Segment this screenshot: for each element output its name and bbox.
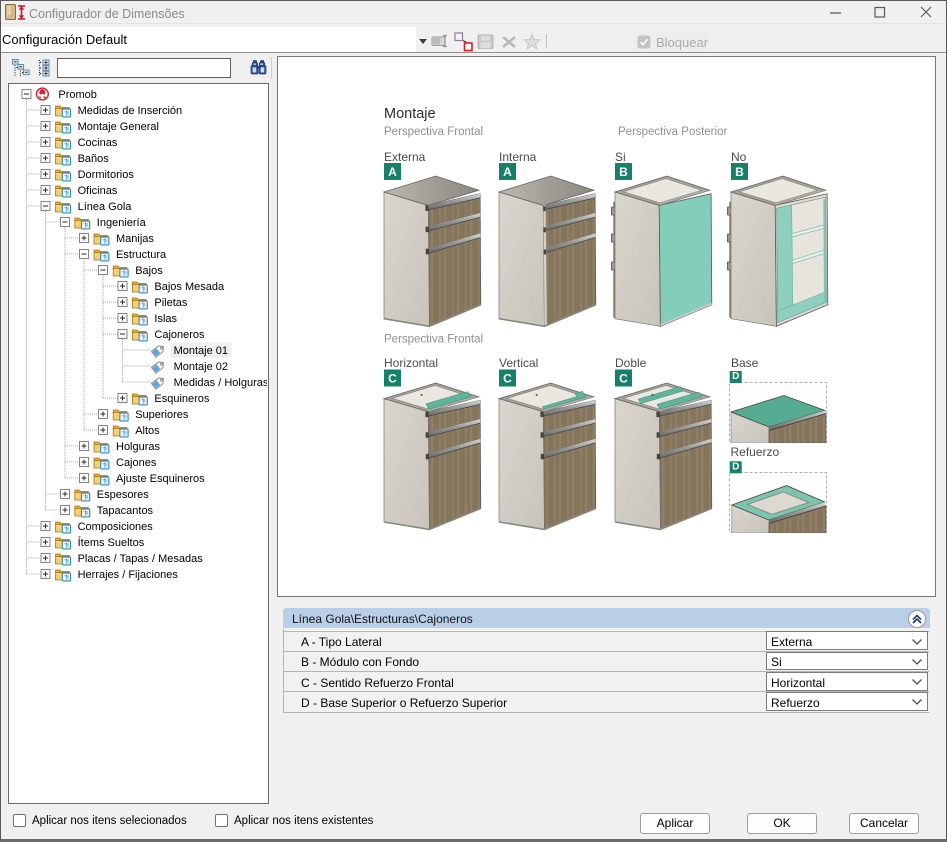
svg-text:Montaje General: Montaje General — [78, 121, 159, 133]
svg-text:Medidas de Inserción: Medidas de Inserción — [78, 105, 183, 117]
svg-text:D: D — [732, 461, 739, 472]
svg-text:Montaje 01: Montaje 01 — [174, 345, 228, 357]
svg-text:Bajos Mesada: Bajos Mesada — [154, 281, 225, 293]
svg-text:Altos: Altos — [135, 425, 160, 437]
svg-text:Montaje: Montaje — [384, 106, 436, 122]
svg-text:C: C — [619, 372, 628, 386]
svg-text:A: A — [388, 165, 397, 179]
svg-text:Dormitorios: Dormitorios — [78, 169, 135, 181]
svg-text:B: B — [619, 165, 628, 179]
svg-text:Vertical: Vertical — [499, 356, 538, 370]
svg-text:Ingeniería: Ingeniería — [97, 217, 147, 229]
svg-text:Ítems Sueltos: Ítems Sueltos — [78, 536, 145, 549]
svg-text:D: D — [732, 371, 739, 382]
svg-text:Esquineros: Esquineros — [154, 393, 210, 405]
svg-text:Superiores: Superiores — [135, 409, 189, 421]
svg-text:C: C — [503, 372, 512, 386]
svg-text:Espesores: Espesores — [97, 489, 149, 501]
svg-text:Perspectiva Frontal: Perspectiva Frontal — [384, 126, 483, 138]
svg-text:Perspectiva Posterior: Perspectiva Posterior — [618, 126, 727, 138]
svg-text:C: C — [388, 372, 397, 386]
svg-text:Doble: Doble — [615, 356, 647, 370]
svg-text:Medidas / Holguras: Medidas / Holguras — [174, 377, 267, 389]
svg-text:Si: Si — [615, 150, 626, 164]
svg-text:Base: Base — [731, 356, 759, 370]
svg-text:No: No — [731, 150, 747, 164]
svg-text:Estructura: Estructura — [116, 249, 167, 261]
svg-text:Interna: Interna — [499, 150, 537, 164]
svg-text:Refuerzo: Refuerzo — [731, 445, 780, 459]
svg-text:B: B — [735, 165, 744, 179]
svg-text:Herrajes / Fijaciones: Herrajes / Fijaciones — [78, 569, 179, 581]
svg-text:Oficinas: Oficinas — [78, 185, 118, 197]
svg-text:Islas: Islas — [154, 313, 177, 325]
svg-text:Baños: Baños — [78, 153, 110, 165]
svg-text:Cocinas: Cocinas — [78, 137, 118, 149]
svg-text:Externa: Externa — [384, 150, 426, 164]
svg-text:Cajoneros: Cajoneros — [154, 329, 205, 341]
svg-text:Piletas: Piletas — [154, 297, 188, 309]
svg-text:Ajuste Esquineros: Ajuste Esquineros — [116, 473, 205, 485]
svg-text:Perspectiva Frontal: Perspectiva Frontal — [384, 334, 483, 346]
svg-text:Montaje 02: Montaje 02 — [174, 361, 228, 373]
svg-text:Holguras: Holguras — [116, 441, 161, 453]
svg-text:Horizontal: Horizontal — [384, 356, 438, 370]
svg-text:Promob: Promob — [58, 89, 97, 101]
svg-text:Línea Gola: Línea Gola — [78, 201, 133, 213]
svg-text:Composiciones: Composiciones — [78, 521, 154, 533]
svg-text:Cajones: Cajones — [116, 457, 157, 469]
svg-text:Bajos: Bajos — [135, 265, 163, 277]
svg-text:A: A — [503, 165, 512, 179]
svg-text:Manijas: Manijas — [116, 233, 154, 245]
svg-text:Tapacantos: Tapacantos — [97, 505, 154, 517]
svg-text:Placas / Tapas / Mesadas: Placas / Tapas / Mesadas — [78, 553, 204, 565]
